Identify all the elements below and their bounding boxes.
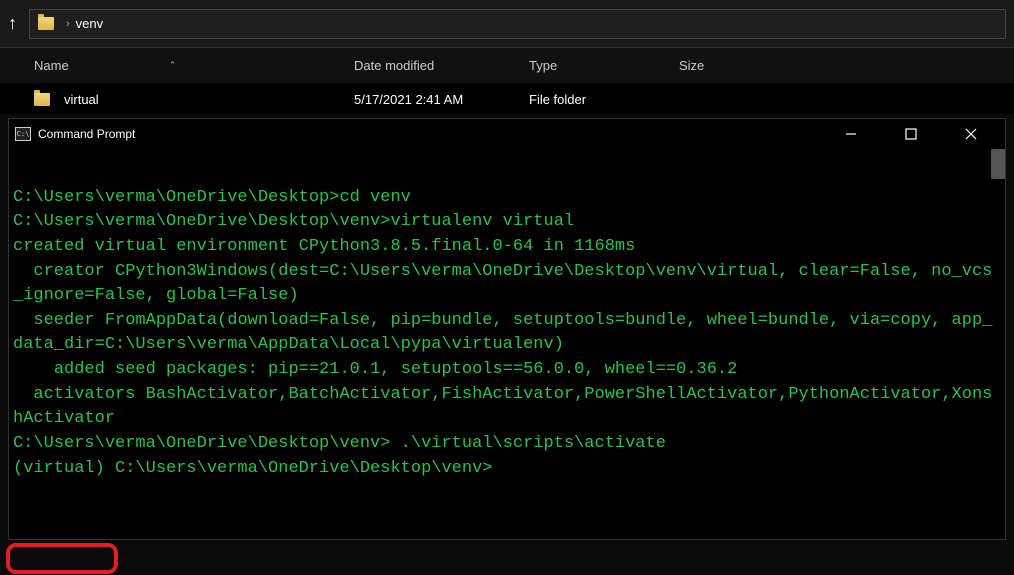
terminal-line: created virtual environment CPython3.8.5…: [13, 235, 1001, 260]
terminal-line: (virtual) C:\Users\verma\OneDrive\Deskto…: [13, 457, 1001, 482]
cmd-icon: C:\: [15, 127, 31, 141]
folder-icon: [38, 17, 54, 30]
red-annotation-box: [6, 543, 118, 574]
maximize-icon: [905, 128, 917, 140]
chevron-right-icon: ›: [66, 18, 70, 30]
maximize-button[interactable]: [891, 120, 931, 148]
column-name[interactable]: Name ⌃: [34, 58, 354, 73]
terminal-window: C:\ Command Prompt C:\Users\verma\OneDri…: [8, 118, 1006, 540]
file-type: File folder: [529, 92, 679, 107]
titlebar[interactable]: C:\ Command Prompt: [9, 119, 1005, 149]
terminal-line: C:\Users\verma\OneDrive\Desktop\venv> .\…: [13, 432, 1001, 457]
folder-icon: [34, 93, 50, 106]
file-row[interactable]: virtual 5/17/2021 2:41 AM File folder: [0, 84, 1014, 114]
minimize-icon: [845, 128, 857, 140]
terminal-line: seeder FromAppData(download=False, pip=b…: [13, 309, 1001, 358]
terminal-line: creator CPython3Windows(dest=C:\Users\ve…: [13, 260, 1001, 309]
column-type[interactable]: Type: [529, 58, 679, 73]
terminal-line: C:\Users\verma\OneDrive\Desktop>cd venv: [13, 186, 1001, 211]
sort-caret-icon: ⌃: [169, 60, 177, 71]
window-title: Command Prompt: [38, 127, 135, 141]
column-date[interactable]: Date modified: [354, 58, 529, 73]
column-size[interactable]: Size: [679, 58, 829, 73]
breadcrumb[interactable]: › venv: [29, 9, 1006, 39]
breadcrumb-segment[interactable]: venv: [76, 16, 103, 31]
terminal-line: added seed packages: pip==21.0.1, setupt…: [13, 358, 1001, 383]
file-name: virtual: [64, 92, 99, 107]
column-name-label: Name: [34, 58, 69, 73]
terminal-line: activators BashActivator,BatchActivator,…: [13, 383, 1001, 432]
terminal-line: C:\Users\verma\OneDrive\Desktop\venv>vir…: [13, 210, 1001, 235]
file-date: 5/17/2021 2:41 AM: [354, 92, 529, 107]
close-button[interactable]: [951, 120, 991, 148]
file-list-header: Name ⌃ Date modified Type Size: [0, 48, 1014, 84]
close-icon: [965, 128, 977, 140]
up-arrow-icon[interactable]: ↑: [8, 13, 17, 34]
terminal-body[interactable]: C:\Users\verma\OneDrive\Desktop>cd venvC…: [9, 149, 1005, 539]
address-bar-row: ↑ › venv: [0, 0, 1014, 48]
minimize-button[interactable]: [831, 120, 871, 148]
